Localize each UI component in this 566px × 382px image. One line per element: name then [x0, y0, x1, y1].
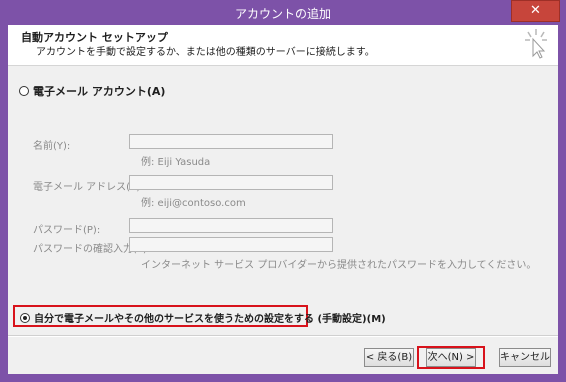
- manual-setup-option[interactable]: 自分で電子メールやその他のサービスを使うための設定をする (手動設定)(M): [20, 310, 386, 325]
- footer-divider: [8, 335, 558, 337]
- name-input[interactable]: [129, 134, 333, 149]
- dialog-body: 自動アカウント セットアップ アカウントを手動で設定するか、または他の種類のサー…: [8, 25, 558, 374]
- password-hint: インターネット サービス プロバイダーから提供されたパスワードを入力してください…: [141, 260, 537, 271]
- password-label: パスワード(P):: [33, 225, 101, 236]
- manual-setup-radio[interactable]: [20, 312, 30, 323]
- email-account-label: 電子メール アカウント(A): [33, 85, 166, 98]
- cancel-button[interactable]: キャンセル: [499, 348, 551, 367]
- email-address-input[interactable]: [129, 175, 333, 190]
- add-account-dialog: アカウントの追加 ✕ 自動アカウント セットアップ アカウントを手動で設定するか…: [0, 0, 566, 382]
- back-button[interactable]: < 戻る(B): [364, 348, 414, 367]
- header-description: アカウントを手動で設定するか、または他の種類のサーバーに接続します。: [36, 47, 375, 58]
- close-icon: ✕: [530, 3, 541, 18]
- email-address-hint: 例: eiji@contoso.com: [141, 198, 246, 209]
- wizard-sparkle-icon: [525, 29, 547, 59]
- window-title: アカウントの追加: [234, 7, 331, 21]
- close-button[interactable]: ✕: [511, 0, 560, 22]
- name-hint: 例: Eiji Yasuda: [141, 157, 211, 168]
- next-button[interactable]: 次へ(N) >: [426, 348, 476, 367]
- wizard-header: 自動アカウント セットアップ アカウントを手動で設定するか、または他の種類のサー…: [8, 25, 558, 66]
- name-label: 名前(Y):: [33, 141, 71, 152]
- password-confirm-input[interactable]: [129, 237, 333, 252]
- email-address-label: 電子メール アドレス(E):: [33, 182, 144, 193]
- email-account-radio[interactable]: [19, 86, 29, 96]
- title-bar[interactable]: アカウントの追加 ✕: [0, 0, 566, 25]
- email-account-option[interactable]: 電子メール アカウント(A): [19, 83, 165, 99]
- password-input[interactable]: [129, 218, 333, 233]
- manual-setup-label: 自分で電子メールやその他のサービスを使うための設定をする (手動設定)(M): [34, 314, 386, 325]
